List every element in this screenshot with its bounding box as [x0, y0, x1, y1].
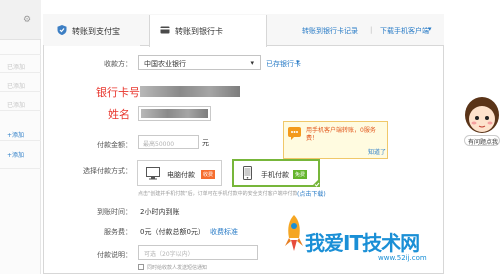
list-item: 已添加	[7, 64, 26, 71]
card-number-input[interactable]	[140, 86, 240, 97]
help-avatar[interactable]: 有问题点我	[460, 95, 500, 150]
fee-standard-link[interactable]: 收费标准	[210, 227, 238, 237]
free-badge: 免费	[293, 170, 308, 179]
pay-pc-label: 电脑付款	[167, 171, 195, 179]
list-item: 已添加	[7, 102, 26, 109]
arrival-label: 到账时间：	[97, 208, 132, 216]
left-panel: 已添加 已添加 已添加 +添加 +添加	[0, 0, 41, 274]
add-link[interactable]: +添加	[7, 150, 24, 159]
site-watermark-url: www.52ij.com	[378, 254, 427, 262]
transfer-history-link[interactable]: 转账到银行卡记录	[302, 26, 358, 36]
bank-select[interactable]: 中国农业银行 ▾	[138, 55, 261, 70]
method-label: 选择付款方式：	[83, 167, 132, 175]
name-label: 姓名	[108, 108, 130, 121]
sms-checkbox-label: 同时给收款人发送短信通知	[147, 265, 208, 271]
divider	[0, 91, 41, 92]
chevron-down-icon[interactable]: ▾	[296, 58, 300, 66]
checkmark-icon	[311, 178, 320, 187]
fee-value: 0元（付款总额0元）	[140, 228, 205, 236]
divider: |	[370, 26, 373, 34]
card-number-label: 银行卡号	[96, 86, 140, 99]
pay-mobile-option[interactable]: 手机付款 免费	[232, 159, 320, 187]
list-item: 已添加	[7, 83, 26, 90]
sms-checkbox[interactable]	[138, 264, 144, 270]
site-watermark: 我爱IT技术网	[305, 231, 420, 255]
help-bubble-text: 有问题点我	[468, 139, 499, 146]
tab-label: 转账到支付宝	[72, 27, 120, 36]
pay-pc-option[interactable]: 电脑付款 收费	[137, 160, 222, 186]
divider	[0, 72, 41, 73]
shield-icon	[57, 25, 67, 35]
name-input[interactable]	[138, 106, 211, 121]
help-bubble[interactable]: 有问题点我	[464, 135, 500, 146]
rocket-watermark-icon	[285, 215, 303, 251]
promo-tooltip: 用手机客户端转账，0服务费！ 知道了	[283, 121, 388, 159]
pay-mobile-label: 手机付款	[261, 171, 289, 179]
chat-icon	[288, 127, 301, 140]
avatar-icon	[465, 97, 499, 133]
bank-select-value: 中国农业银行	[144, 60, 186, 68]
monitor-icon	[146, 167, 160, 180]
payee-label: 收款方：	[104, 60, 132, 68]
divider	[0, 168, 41, 169]
memo-input[interactable]: 可选（20字以内）	[138, 245, 258, 260]
chevron-down-icon[interactable]: ▾	[428, 25, 432, 33]
download-client-link[interactable]: 下载手机客户端	[380, 26, 429, 36]
fee-label: 服务费：	[104, 228, 132, 236]
chevron-down-icon: ▾	[250, 59, 254, 67]
redacted-name	[141, 109, 208, 118]
amount-label: 付款金额：	[97, 141, 132, 149]
gear-icon[interactable]: ⚙	[23, 15, 33, 25]
fee-badge: 收费	[201, 170, 216, 179]
download-link[interactable]: (点击下载)	[297, 189, 326, 198]
tab-alipay-transfer[interactable]: 转账到支付宝	[44, 15, 140, 46]
divider	[0, 54, 41, 55]
add-link[interactable]: +添加	[7, 130, 24, 139]
dismiss-link[interactable]: 知道了	[368, 147, 386, 156]
divider	[0, 110, 41, 111]
phone-icon	[243, 166, 252, 180]
left-panel-header	[0, 0, 41, 40]
divider	[0, 140, 41, 141]
tab-bank-transfer[interactable]: 转账到银行卡	[149, 15, 267, 47]
tooltip-text: 用手机客户端转账，0服务费！	[306, 127, 376, 142]
amount-placeholder: 最高50000	[143, 141, 175, 148]
memo-placeholder: 可选（20字以内）	[144, 251, 194, 258]
memo-label: 付款说明：	[97, 251, 132, 259]
arrival-value: 2小时内到账	[140, 208, 180, 216]
amount-input[interactable]: 最高50000	[138, 135, 199, 149]
card-icon	[160, 26, 170, 34]
amount-unit: 元	[202, 139, 209, 147]
tab-label: 转账到银行卡	[175, 27, 223, 36]
